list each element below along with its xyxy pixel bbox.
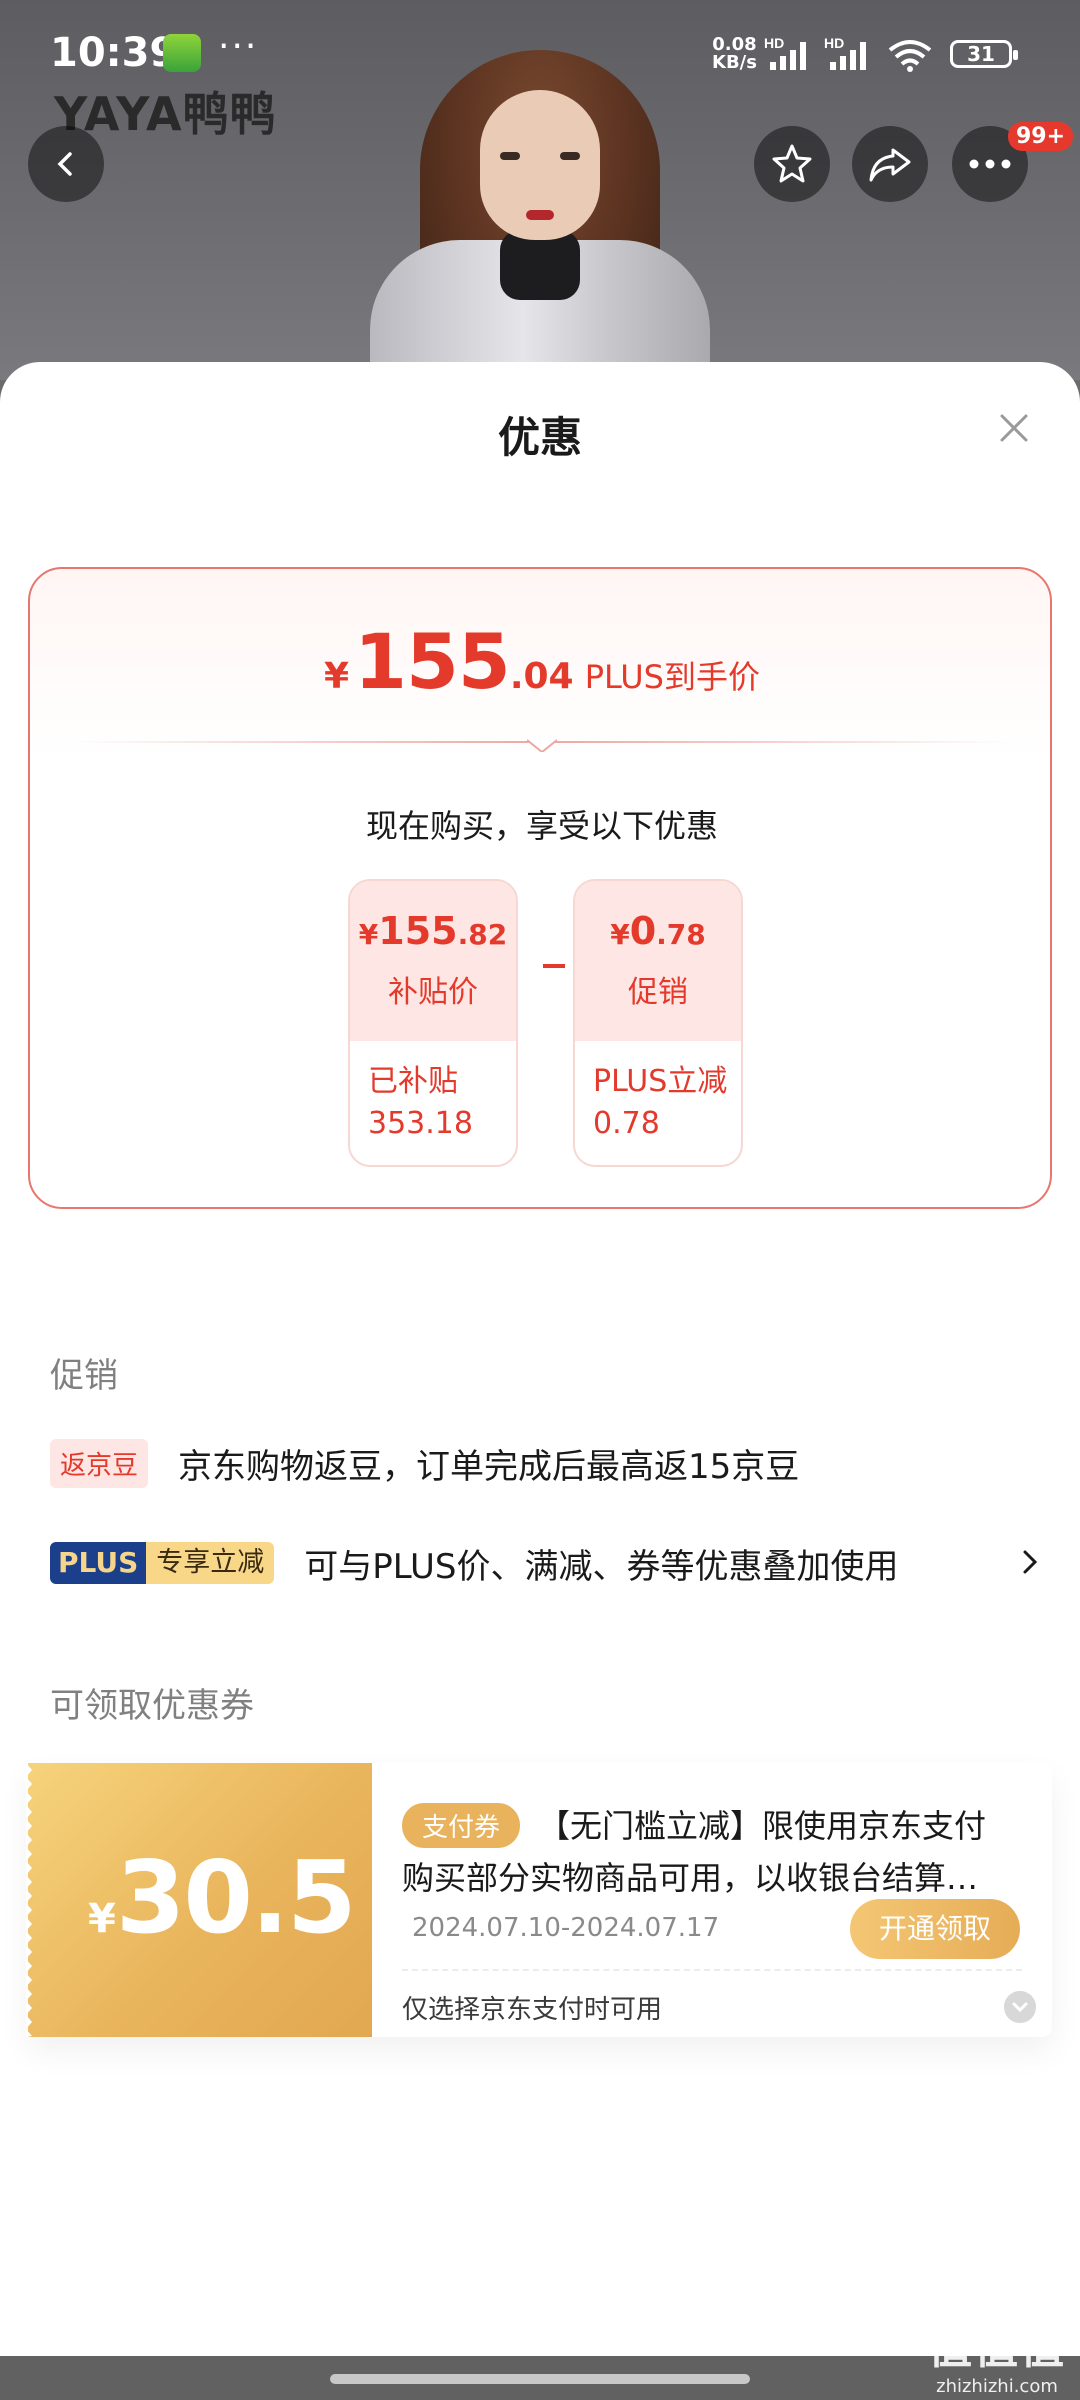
chevron-down-icon[interactable] xyxy=(1004,1991,1036,2023)
network-speed: 0.08 KB/s xyxy=(712,34,757,73)
status-time: 10:39 xyxy=(50,30,178,76)
coupon-card: ¥30.5 支付券 【无门槛立减】限使用京东支付 购买部分实物商品可用，以收银台… xyxy=(26,1763,1052,2037)
status-bar: 10:39 ··· 0.08 KB/s HD HD 31 xyxy=(0,0,1080,100)
coupon-section-label: 可领取优惠券 xyxy=(50,1686,254,1726)
chevron-right-icon xyxy=(1023,1550,1038,1574)
promotion-card: ¥0.78 促销 PLUS立减 0.78 xyxy=(573,879,743,1167)
discount-sheet: 优惠 ¥ 155.04 PLUS到手价 现在购买，享受以下优惠 ¥155.82 … xyxy=(0,362,1080,2400)
promo-row-jingdou: 返京豆 京东购物返豆，订单完成后最高返15京豆 xyxy=(50,1438,1040,1488)
coupon-desc-line1: 【无门槛立减】限使用京东支付 xyxy=(538,1807,987,1845)
buy-note: 现在购买，享受以下优惠 xyxy=(365,807,718,845)
wifi-icon xyxy=(888,40,932,72)
promo-row-plus[interactable]: PLUS 专享立减 可与PLUS价、满减、券等优惠叠加使用 xyxy=(50,1538,1040,1588)
close-icon[interactable] xyxy=(994,408,1034,448)
final-price-label: PLUS到手价 xyxy=(584,658,760,696)
signal-icon: HD xyxy=(764,36,806,70)
coupon-edge xyxy=(26,1763,32,2037)
jingdou-tag: 返京豆 xyxy=(50,1438,149,1488)
more-dots-icon xyxy=(969,159,1011,169)
final-price: ¥ 155.04 PLUS到手价 xyxy=(324,617,760,706)
coupon-amount: ¥30.5 xyxy=(88,1839,357,1956)
coupon-divider xyxy=(402,1969,1022,1971)
signal-icon-2: HD xyxy=(824,36,866,70)
price-summary-card: ¥ 155.04 PLUS到手价 现在购买，享受以下优惠 ¥155.82 补贴价… xyxy=(28,567,1052,1209)
svg-text:HD: HD xyxy=(764,36,784,51)
coupon-value-panel: ¥30.5 xyxy=(26,1763,372,2037)
home-indicator[interactable] xyxy=(330,2374,750,2384)
divider-notch xyxy=(527,739,557,752)
minus-sign xyxy=(543,964,565,968)
claim-coupon-button[interactable]: 开通领取 xyxy=(850,1899,1020,1959)
coupon-note: 仅选择京东支付时可用 xyxy=(402,1995,663,2025)
app-notification-icon xyxy=(163,34,201,72)
status-more: ··· xyxy=(218,26,259,67)
chevron-left-icon xyxy=(57,152,72,176)
subsidy-price-card: ¥155.82 补贴价 已补贴 353.18 xyxy=(348,879,518,1167)
share-icon xyxy=(869,148,911,182)
coupon-date-range: 2024.07.10-2024.07.17 xyxy=(412,1913,720,1943)
site-watermark: 值值值 zhizhizhi.com xyxy=(928,2323,1066,2397)
plus-tag: PLUS 专享立减 xyxy=(50,1542,275,1584)
pay-coupon-tag: 支付券 xyxy=(402,1803,521,1848)
svg-text:HD: HD xyxy=(824,36,844,51)
back-button[interactable] xyxy=(28,126,104,202)
message-count-badge: 99+ xyxy=(1008,122,1074,151)
coupon-desc-line2: 购买部分实物商品可用，以收银台结算… xyxy=(402,1859,979,1897)
promo-section-label: 促销 xyxy=(50,1356,118,1396)
battery-icon: 31 xyxy=(950,40,1018,68)
favorite-button[interactable] xyxy=(754,126,830,202)
sheet-title: 优惠 xyxy=(497,413,582,462)
share-button[interactable] xyxy=(852,126,928,202)
coupon-details: 支付券 【无门槛立减】限使用京东支付 购买部分实物商品可用，以收银台结算… 20… xyxy=(372,1763,1052,2037)
star-icon xyxy=(772,144,812,183)
